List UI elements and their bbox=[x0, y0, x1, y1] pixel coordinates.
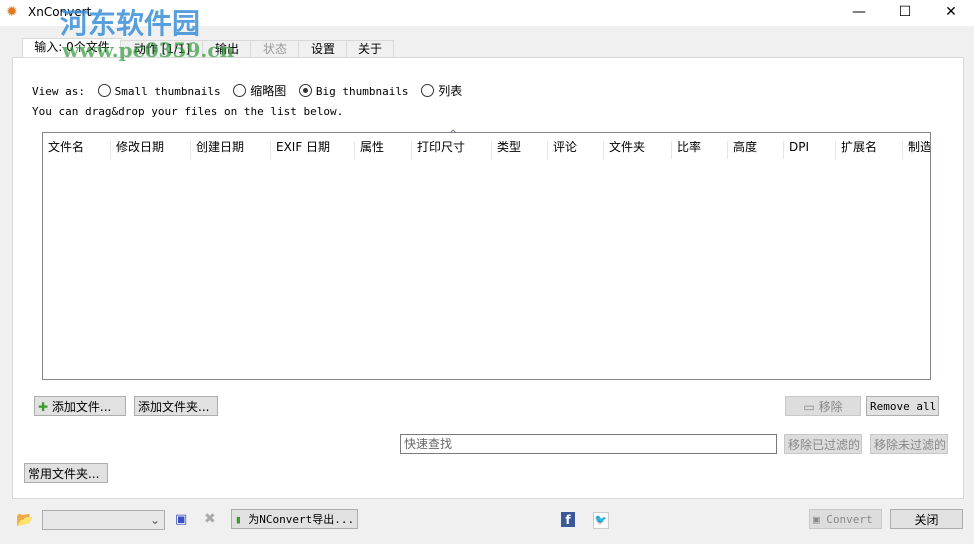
column-header[interactable]: 属性 bbox=[355, 141, 412, 159]
file-list[interactable]: ^ 文件名 修改日期 创建日期 EXIF 日期 属性 打印尺寸 类型 评论 文件… bbox=[42, 129, 931, 380]
sort-arrow-icon: ^ bbox=[449, 129, 458, 140]
column-header[interactable]: 制造 bbox=[903, 141, 930, 159]
column-header[interactable]: 打印尺寸 bbox=[412, 141, 492, 159]
open-folder-icon[interactable]: 📂 bbox=[16, 512, 33, 528]
export-nconvert-button[interactable]: ▮ 为NConvert导出... bbox=[231, 509, 358, 529]
add-files-button[interactable]: ✚ 添加文件... bbox=[34, 396, 126, 416]
chevron-down-icon: ⌄ bbox=[149, 513, 160, 527]
export-icon: ▮ bbox=[235, 513, 242, 526]
add-folder-button[interactable]: 添加文件夹... bbox=[134, 396, 218, 416]
option-label: Big thumbnails bbox=[315, 85, 409, 98]
radio-small-thumbnails[interactable] bbox=[97, 84, 111, 97]
export-label: 为NConvert导出... bbox=[248, 513, 355, 526]
close-button[interactable]: 关闭 bbox=[890, 509, 963, 529]
tab-status: 状态 bbox=[250, 40, 300, 58]
remove-all-button[interactable]: Remove all bbox=[866, 396, 939, 416]
app-gear-icon: ✹ bbox=[6, 4, 18, 20]
option-label: 列表 bbox=[438, 84, 463, 98]
watermark-logo: 河东软件园 bbox=[60, 7, 201, 40]
view-as-label: View as: bbox=[32, 85, 85, 98]
radio-big-thumbnails[interactable] bbox=[298, 84, 312, 97]
add-files-label: 添加文件... bbox=[51, 400, 112, 414]
column-header[interactable]: 创建日期 bbox=[191, 141, 271, 159]
view-as-row: View as: Small thumbnails 缩略图 Big thumbn… bbox=[32, 82, 462, 99]
drag-drop-hint: You can drag&drop your files on the list… bbox=[32, 105, 344, 118]
preset-dropdown[interactable]: ⌄ bbox=[42, 510, 165, 530]
plus-icon: ✚ bbox=[38, 400, 49, 414]
facebook-icon[interactable]: f bbox=[561, 512, 575, 527]
column-header[interactable]: 评论 bbox=[548, 141, 604, 159]
convert-button: ▣ Convert bbox=[809, 509, 882, 529]
convert-label: Convert bbox=[826, 513, 873, 526]
radio-list[interactable] bbox=[421, 84, 435, 97]
column-header[interactable]: 文件名 bbox=[43, 141, 111, 159]
minus-icon: ▭ bbox=[803, 400, 815, 414]
column-header[interactable]: 文件夹 bbox=[604, 141, 672, 159]
column-header[interactable]: EXIF 日期 bbox=[271, 141, 355, 159]
close-window-button[interactable]: ✕ bbox=[928, 0, 974, 26]
remove-button: ▭ 移除 bbox=[785, 396, 861, 416]
column-header[interactable]: 比率 bbox=[672, 141, 728, 159]
option-label: Small thumbnails bbox=[114, 85, 221, 98]
tab-settings[interactable]: 设置 bbox=[298, 40, 348, 58]
save-icon[interactable]: ▣ bbox=[175, 512, 187, 527]
twitter-icon[interactable]: 🐦 bbox=[593, 512, 609, 529]
remove-filtered-button: 移除已过滤的 bbox=[784, 434, 862, 454]
column-header[interactable]: 高度 bbox=[728, 141, 784, 159]
convert-icon: ▣ bbox=[813, 513, 820, 526]
radio-thumbnails[interactable] bbox=[233, 84, 247, 97]
remove-label: 移除 bbox=[818, 400, 843, 414]
column-header[interactable]: 扩展名 bbox=[836, 141, 903, 159]
column-header[interactable]: 修改日期 bbox=[111, 141, 191, 159]
column-header[interactable]: DPI bbox=[784, 141, 836, 159]
option-label: 缩略图 bbox=[250, 84, 287, 98]
tab-about[interactable]: 关于 bbox=[346, 40, 394, 58]
maximize-button[interactable]: ☐ bbox=[882, 0, 928, 26]
minimize-button[interactable]: — bbox=[836, 0, 882, 26]
quick-search-input[interactable]: 快速查找 bbox=[400, 434, 777, 454]
watermark-url: www.pc0359.cn bbox=[62, 38, 235, 62]
remove-unfiltered-button: 移除未过滤的 bbox=[870, 434, 948, 454]
column-header[interactable]: 类型 bbox=[492, 141, 548, 159]
delete-icon[interactable]: ✖ bbox=[204, 511, 216, 527]
favorite-folders-button[interactable]: 常用文件夹... bbox=[24, 463, 108, 483]
